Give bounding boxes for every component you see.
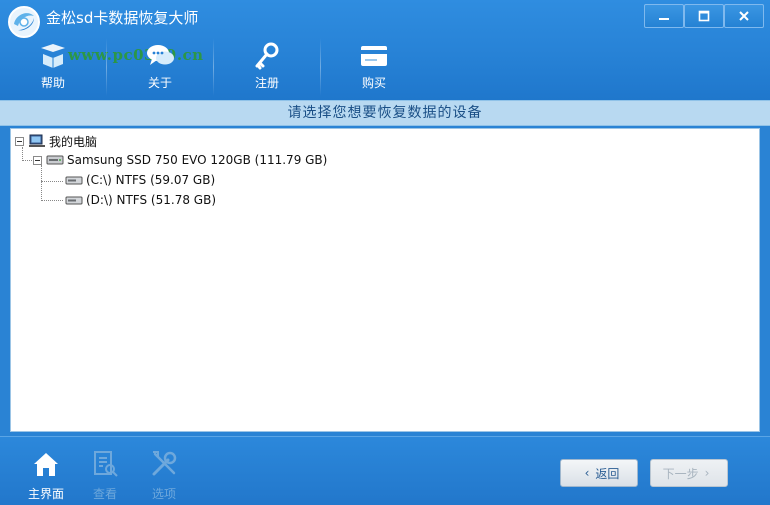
tree-node-label: Samsung SSD 750 EVO 120GB (111.79 GB) [67,153,328,167]
view-document-icon [94,451,118,477]
chevron-left-icon: ‹ [584,466,590,480]
buy-card-icon [361,46,387,66]
nav-options-label: 选项 [151,487,176,501]
next-button[interactable]: 下一步 › [650,459,728,487]
device-select-banner: 请选择您想要恢复数据的设备 [0,100,770,126]
maximize-button[interactable] [684,4,724,28]
tree-connector [41,181,63,182]
toolbar-register-label: 注册 [254,76,279,90]
tree-node-label: (D:\) NTFS (51.78 GB) [86,193,216,207]
toolbar-buy-label: 购买 [361,76,386,90]
help-icon [41,44,65,68]
key-icon [255,42,279,70]
home-icon [34,453,58,476]
drive-icon [65,196,83,205]
minimize-icon [659,18,669,20]
minimize-button[interactable] [644,4,684,28]
tree-connector [22,160,32,161]
chevron-right-icon: › [704,466,710,480]
main-toolbar: 帮助 关于 注册 购买 [0,36,427,98]
device-tree: 我的电脑 Samsung SSD 750 EVO 120GB (111.79 G… [10,128,760,432]
toolbar-about-button[interactable]: 关于 [107,36,213,98]
toolbar-about-label: 关于 [147,76,172,90]
toolbar-register-button[interactable]: 注册 [214,36,320,98]
maximize-icon [698,10,710,22]
nav-options-button[interactable]: 选项 [134,445,194,501]
collapse-toggle[interactable] [15,136,24,146]
tree-node-disk[interactable]: Samsung SSD 750 EVO 120GB (111.79 GB) [33,151,327,169]
toolbar-help-label: 帮助 [40,76,65,90]
app-header: 金松sd卡数据恢复大师 www.pc0359.cn 帮助 关于 注册 购买 [0,0,770,100]
nav-view-button[interactable]: 查看 [75,445,135,501]
computer-icon [29,134,45,147]
toolbar-help-button[interactable]: 帮助 [0,36,106,98]
bottom-navigation-bar: 主界面 查看 选项 ‹ 返回 下一步 › [0,436,770,505]
app-logo-icon [8,6,40,38]
back-button[interactable]: ‹ 返回 [560,459,638,487]
hard-disk-icon [46,155,64,165]
tree-node-label: (C:\) NTFS (59.07 GB) [86,173,216,187]
tree-node-my-computer[interactable]: 我的电脑 [15,132,97,150]
nav-view-label: 查看 [92,487,117,501]
tree-connector [41,165,42,201]
next-button-label: 下一步 [662,466,699,481]
drive-icon [65,176,83,185]
tree-node-label: 我的电脑 [49,134,98,149]
nav-home-label: 主界面 [27,487,64,501]
window-title: 金松sd卡数据恢复大师 [46,9,199,27]
tools-icon [152,451,177,476]
tree-node-partition-c[interactable]: (C:\) NTFS (59.07 GB) [65,171,215,189]
close-icon [739,11,749,21]
back-button-label: 返回 [595,466,620,481]
tree-node-partition-d[interactable]: (D:\) NTFS (51.78 GB) [65,191,216,209]
tree-connector [41,200,63,201]
collapse-toggle[interactable] [33,155,42,165]
close-button[interactable] [724,4,764,28]
toolbar-buy-button[interactable]: 购买 [321,36,427,98]
about-chat-icon [147,45,174,65]
nav-home-button[interactable]: 主界面 [16,445,76,501]
